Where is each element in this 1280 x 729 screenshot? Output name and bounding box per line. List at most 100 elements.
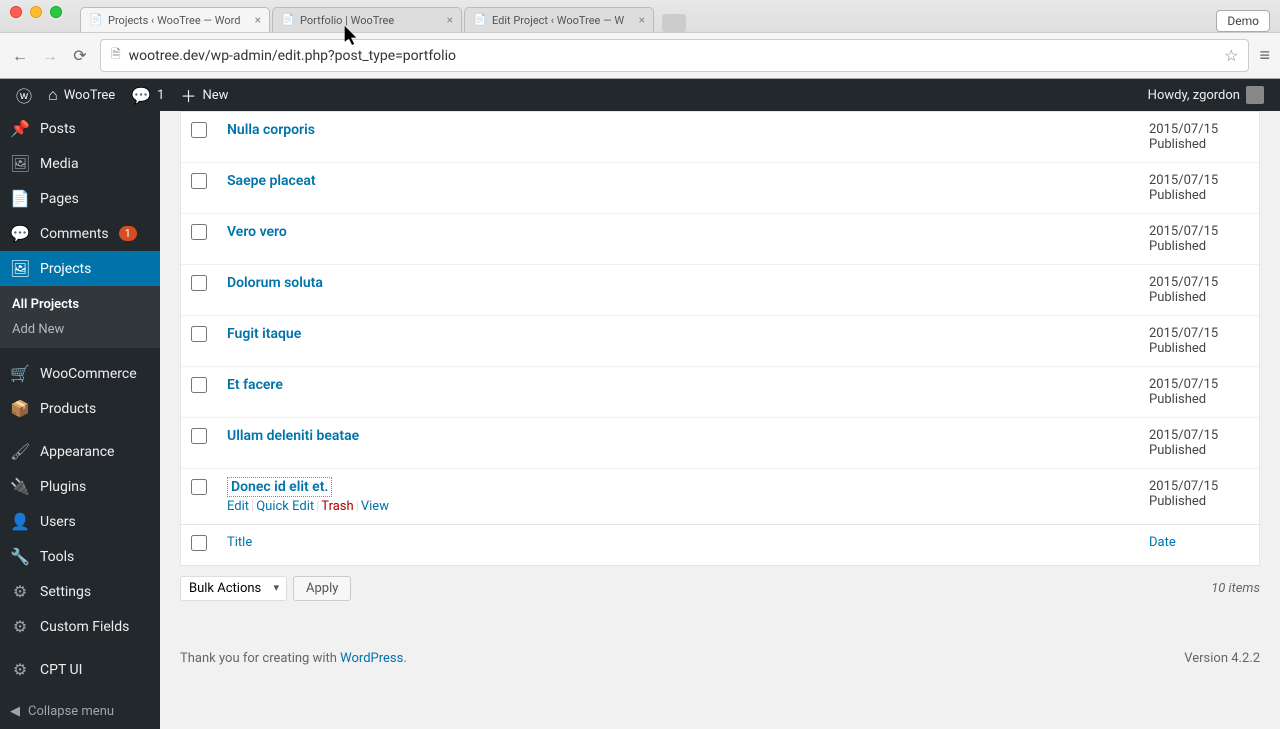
content-area: Nulla corporis2015/07/15PublishedSaepe p… (160, 111, 1280, 729)
projects-table: Nulla corporis2015/07/15PublishedSaepe p… (180, 111, 1260, 566)
wp-logo[interactable]: ⓦ (8, 79, 40, 111)
row-date: 2015/07/15Published (1139, 213, 1259, 264)
site-link[interactable]: ⌂WooTree (40, 79, 123, 111)
gear-icon: ⚙ (10, 660, 30, 679)
row-title-link[interactable]: Fugit itaque (227, 326, 301, 342)
comments-badge: 1 (119, 226, 137, 241)
table-row: Dolorum soluta 2015/07/15Published (181, 264, 1259, 315)
row-checkbox[interactable] (191, 479, 207, 495)
row-checkbox[interactable] (191, 428, 207, 444)
brush-icon: 🖌 (10, 442, 30, 461)
bookmark-star-icon[interactable]: ☆ (1224, 46, 1238, 65)
window-zoom[interactable] (50, 6, 62, 18)
items-count: 10 items (1211, 581, 1260, 596)
menu-media[interactable]: 🖼Media (0, 146, 160, 181)
new-tab-button[interactable] (662, 14, 686, 32)
row-date: 2015/07/15Published (1139, 366, 1259, 417)
account-link[interactable]: Howdy, zgordon (1140, 79, 1272, 111)
comment-icon: 💬 (10, 224, 30, 243)
table-row: Saepe placeat 2015/07/15Published (181, 162, 1259, 213)
row-title-link[interactable]: Ullam deleniti beatae (227, 428, 359, 444)
menu-comments[interactable]: 💬Comments1 (0, 216, 160, 251)
products-icon: 📦 (10, 399, 30, 418)
menu-plugins[interactable]: 🔌Plugins (0, 469, 160, 504)
submenu-add-new[interactable]: Add New (0, 317, 160, 342)
row-date: 2015/07/15Published (1139, 264, 1259, 315)
row-checkbox[interactable] (191, 173, 207, 189)
new-content[interactable]: ＋New (172, 79, 236, 111)
menu-projects[interactable]: 🖼Projects (0, 251, 160, 286)
tab-favicon-icon: 📄 (281, 13, 295, 27)
home-icon: ⌂ (48, 85, 58, 105)
menu-posts[interactable]: 📌Posts (0, 111, 160, 146)
howdy-text: Howdy, zgordon (1148, 88, 1240, 103)
comment-icon: 💬 (131, 86, 151, 105)
row-title-link[interactable]: Et facere (227, 377, 283, 393)
woo-icon: 🛒 (10, 364, 30, 383)
tab-close-icon[interactable]: × (255, 13, 261, 27)
menu-woocommerce[interactable]: 🛒WooCommerce (0, 356, 160, 391)
select-all-checkbox[interactable] (191, 535, 207, 551)
url-text: wootree.dev/wp-admin/edit.php?post_type=… (129, 48, 456, 64)
collapse-menu[interactable]: ◀Collapse menu (0, 694, 160, 729)
row-date: 2015/07/15Published (1139, 162, 1259, 213)
row-title-link[interactable]: Donec id elit et. (227, 477, 332, 497)
window-minimize[interactable] (30, 6, 42, 18)
menu-pages[interactable]: 📄Pages (0, 181, 160, 216)
menu-custom-fields[interactable]: ⚙Custom Fields (0, 609, 160, 644)
browser-tab-2[interactable]: 📄 Portfolio | WooTree × (272, 7, 462, 32)
address-bar[interactable]: 🗎 wootree.dev/wp-admin/edit.php?post_typ… (100, 39, 1249, 72)
column-title[interactable]: Title (227, 535, 252, 550)
admin-sidebar: 📌Posts 🖼Media 📄Pages 💬Comments1 🖼Project… (0, 111, 160, 729)
row-checkbox[interactable] (191, 122, 207, 138)
collapse-icon: ◀ (10, 704, 20, 719)
edit-link[interactable]: Edit (227, 499, 249, 514)
menu-cpt-ui[interactable]: ⚙CPT UI (0, 652, 160, 687)
media-icon: 🖼 (10, 154, 30, 173)
browser-tab-3[interactable]: 📄 Edit Project ‹ WooTree — W × (464, 7, 654, 32)
forward-button[interactable]: → (40, 46, 60, 66)
column-date[interactable]: Date (1149, 535, 1176, 550)
tab-strip: 📄 Projects ‹ WooTree — Word × 📄 Portfoli… (0, 0, 1280, 32)
submenu-projects: All Projects Add New (0, 286, 160, 348)
menu-products[interactable]: 📦Products (0, 391, 160, 426)
back-button[interactable]: ← (10, 46, 30, 66)
row-title-link[interactable]: Saepe placeat (227, 173, 316, 189)
row-checkbox[interactable] (191, 275, 207, 291)
menu-tools[interactable]: 🔧Tools (0, 539, 160, 574)
menu-settings[interactable]: ⚙Settings (0, 574, 160, 609)
tab-close-icon[interactable]: × (447, 13, 453, 27)
demo-button[interactable]: Demo (1216, 10, 1270, 32)
page-icon: 🗎 (111, 45, 121, 66)
quick-edit-link[interactable]: Quick Edit (256, 499, 314, 514)
reload-button[interactable]: ⟳ (70, 46, 90, 66)
view-link[interactable]: View (361, 499, 389, 514)
tab-title: Edit Project ‹ WooTree — W (492, 14, 634, 27)
table-row: Vero vero 2015/07/15Published (181, 213, 1259, 264)
row-date: 2015/07/15Published (1139, 468, 1259, 524)
row-title-link[interactable]: Nulla corporis (227, 122, 315, 138)
row-checkbox[interactable] (191, 224, 207, 240)
plugin-icon: 🔌 (10, 477, 30, 496)
avatar (1246, 86, 1264, 104)
tab-close-icon[interactable]: × (639, 13, 645, 27)
row-checkbox[interactable] (191, 377, 207, 393)
apply-button[interactable]: Apply (293, 576, 351, 601)
row-date: 2015/07/15Published (1139, 417, 1259, 468)
window-close[interactable] (10, 6, 22, 18)
row-title-link[interactable]: Vero vero (227, 224, 287, 240)
hamburger-menu-icon[interactable]: ≡ (1259, 45, 1270, 66)
browser-tab-1[interactable]: 📄 Projects ‹ WooTree — Word × (80, 7, 270, 32)
bulk-actions-select[interactable]: Bulk Actions (180, 576, 287, 601)
row-title-link[interactable]: Dolorum soluta (227, 275, 323, 291)
menu-appearance[interactable]: 🖌Appearance (0, 434, 160, 469)
user-icon: 👤 (10, 512, 30, 531)
footer-thanks-pre: Thank you for creating with (180, 651, 340, 666)
tab-favicon-icon: 📄 (89, 13, 103, 27)
wordpress-link[interactable]: WordPress (340, 651, 403, 666)
row-checkbox[interactable] (191, 326, 207, 342)
trash-link[interactable]: Trash (321, 499, 353, 514)
comments-link[interactable]: 💬1 (123, 79, 172, 111)
submenu-all-projects[interactable]: All Projects (0, 292, 160, 317)
menu-users[interactable]: 👤Users (0, 504, 160, 539)
